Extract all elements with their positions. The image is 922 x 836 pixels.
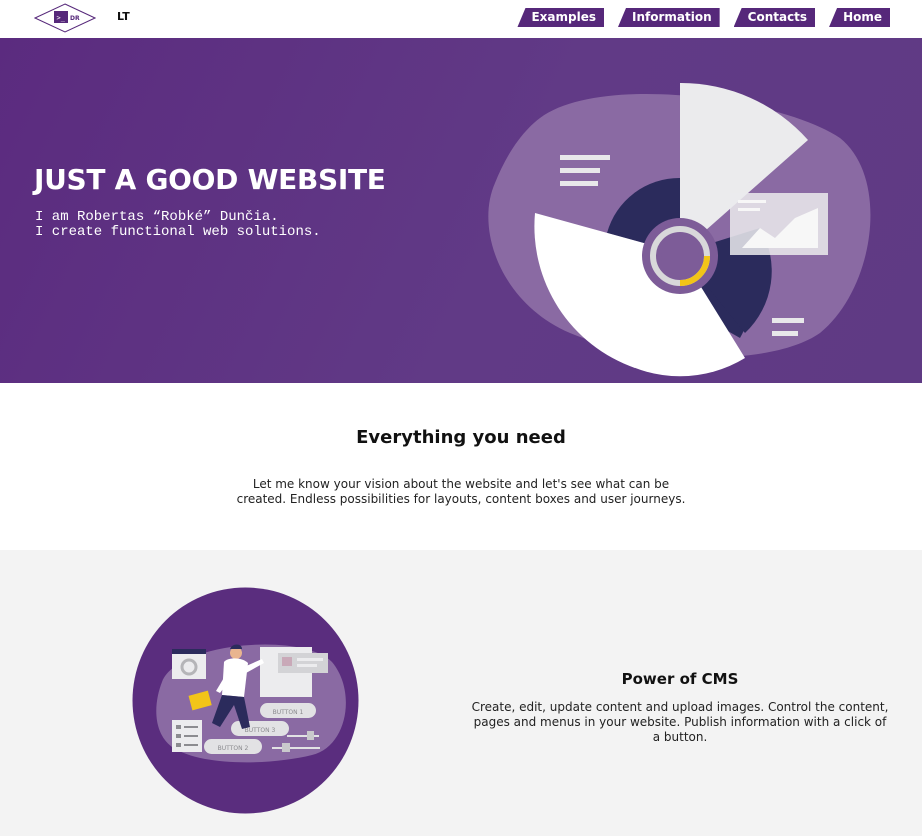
everything-title: Everything you need xyxy=(356,427,566,448)
everything-text-line2: created. Endless possibilities for layou… xyxy=(236,491,686,506)
cms-text-line2: pages and menus in your website. Publish… xyxy=(473,715,887,729)
nav-examples[interactable]: Examples xyxy=(517,8,604,27)
nav-information[interactable]: Information xyxy=(618,8,720,27)
illustration-button-3: BUTTON 3 xyxy=(245,727,276,734)
nav-contacts[interactable]: Contacts xyxy=(733,8,816,27)
cms-illustration: BUTTON 1 BUTTON 3 BUTTON 2 xyxy=(132,587,359,814)
logo-text: DR xyxy=(70,15,80,22)
site-header: >_ DR LT Examples Information Contacts H… xyxy=(0,0,922,38)
pie-chart-illustration xyxy=(488,82,871,377)
hero-subtitle-line2: I create functional web solutions. xyxy=(35,224,321,240)
svg-text:>_: >_ xyxy=(57,14,66,22)
hero-subtitle-line1: I am Robertas “Robké” Dunčia. xyxy=(35,209,279,225)
everything-section: Everything you need Let me know your vis… xyxy=(0,383,922,550)
everything-text: Let me know your vision about the websit… xyxy=(231,477,691,506)
hero-subtitle: I am Robertas “Robké” Dunčia. I create f… xyxy=(35,210,321,240)
nav-home[interactable]: Home xyxy=(829,8,890,27)
cms-text-line3: a button. xyxy=(652,730,708,744)
cms-text-line1: Create, edit, update content and upload … xyxy=(471,700,889,714)
hero-title: JUST A GOOD WEBSITE xyxy=(34,163,386,196)
cms-section: BUTTON 1 BUTTON 3 BUTTON 2 Power of CMS … xyxy=(0,550,922,836)
terminal-logo-icon[interactable]: >_ DR xyxy=(34,3,96,33)
main-nav: Examples Information Contacts Home xyxy=(517,8,890,27)
illustration-button-1: BUTTON 1 xyxy=(273,709,304,716)
cms-text: Create, edit, update content and upload … xyxy=(466,700,894,745)
hero-section: JUST A GOOD WEBSITE I am Robertas “Robké… xyxy=(0,38,922,383)
language-switch[interactable]: LT xyxy=(117,10,130,23)
illustration-button-2: BUTTON 2 xyxy=(218,745,249,752)
everything-text-line1: Let me know your vision about the websit… xyxy=(252,477,670,491)
cms-title: Power of CMS xyxy=(621,670,739,688)
